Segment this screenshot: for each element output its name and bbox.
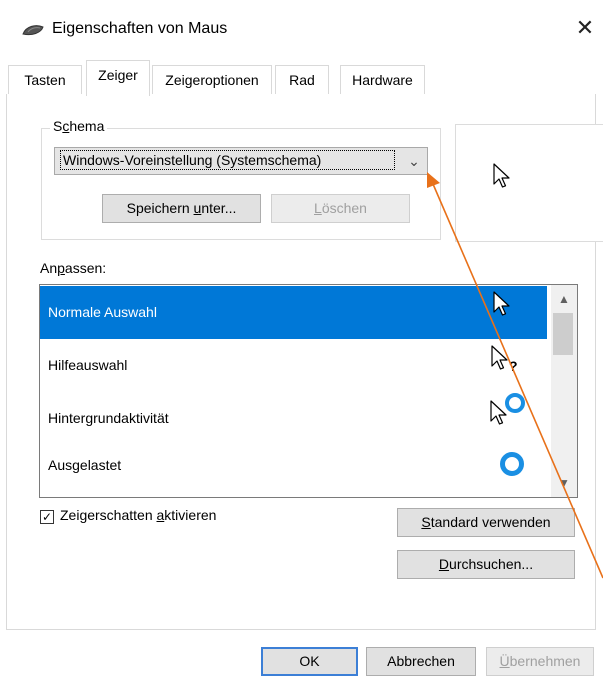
list-item-ausgelastet[interactable]: Ausgelastet [40,439,547,492]
schema-label: Schema [50,118,108,134]
list-item-hintergrundaktivitaet[interactable]: Hintergrundaktivität [40,392,547,445]
save-as-button[interactable]: Speichern unter... [102,194,261,223]
schema-group [41,128,441,240]
help-cursor-icon: ? [491,345,518,373]
scrollbar-thumb[interactable] [553,313,573,355]
tab-rad[interactable]: Rad [275,65,329,94]
mouse-icon [22,25,44,36]
customize-label: Anpassen: [40,260,107,276]
apply-button[interactable]: Übernehmen [486,647,594,676]
scroll-up-icon[interactable]: ▲ [551,285,577,313]
tab-zeigeroptionen[interactable]: Zeigeroptionen [152,65,272,94]
ok-button[interactable]: OK [261,647,358,676]
close-button[interactable]: ✕ [570,13,600,43]
svg-text:?: ? [509,358,518,373]
tab-zeiger[interactable]: Zeiger [86,60,150,96]
delete-button[interactable]: Löschen [271,194,410,223]
shadow-checkbox[interactable]: ✓ [40,510,54,524]
tab-tasten[interactable]: Tasten [8,65,82,94]
list-item-hilfeauswahl[interactable]: Hilfeauswahl [40,339,547,392]
preview-arrow-cursor-icon [493,163,510,188]
arrow-cursor-icon [493,291,510,316]
window-title: Eigenschaften von Maus [52,20,228,37]
tab-hardware[interactable]: Hardware [340,65,425,94]
schema-dropdown-value[interactable]: Windows-Voreinstellung (Systemschema) [60,150,395,170]
cancel-button[interactable]: Abbrechen [366,647,476,676]
cursor-preview [455,124,603,242]
use-default-button[interactable]: Standard verwenden [397,508,575,537]
scroll-down-icon[interactable]: ▼ [551,469,577,497]
browse-button[interactable]: Durchsuchen... [397,550,575,579]
shadow-checkbox-label[interactable]: Zeigerschatten aktivieren [60,507,216,523]
busy-cursor-icon [500,452,524,476]
list-item-normale-auswahl[interactable]: Normale Auswahl [40,286,547,339]
chevron-down-icon[interactable]: ⌄ [404,151,424,171]
working-in-background-cursor-icon [490,393,525,425]
